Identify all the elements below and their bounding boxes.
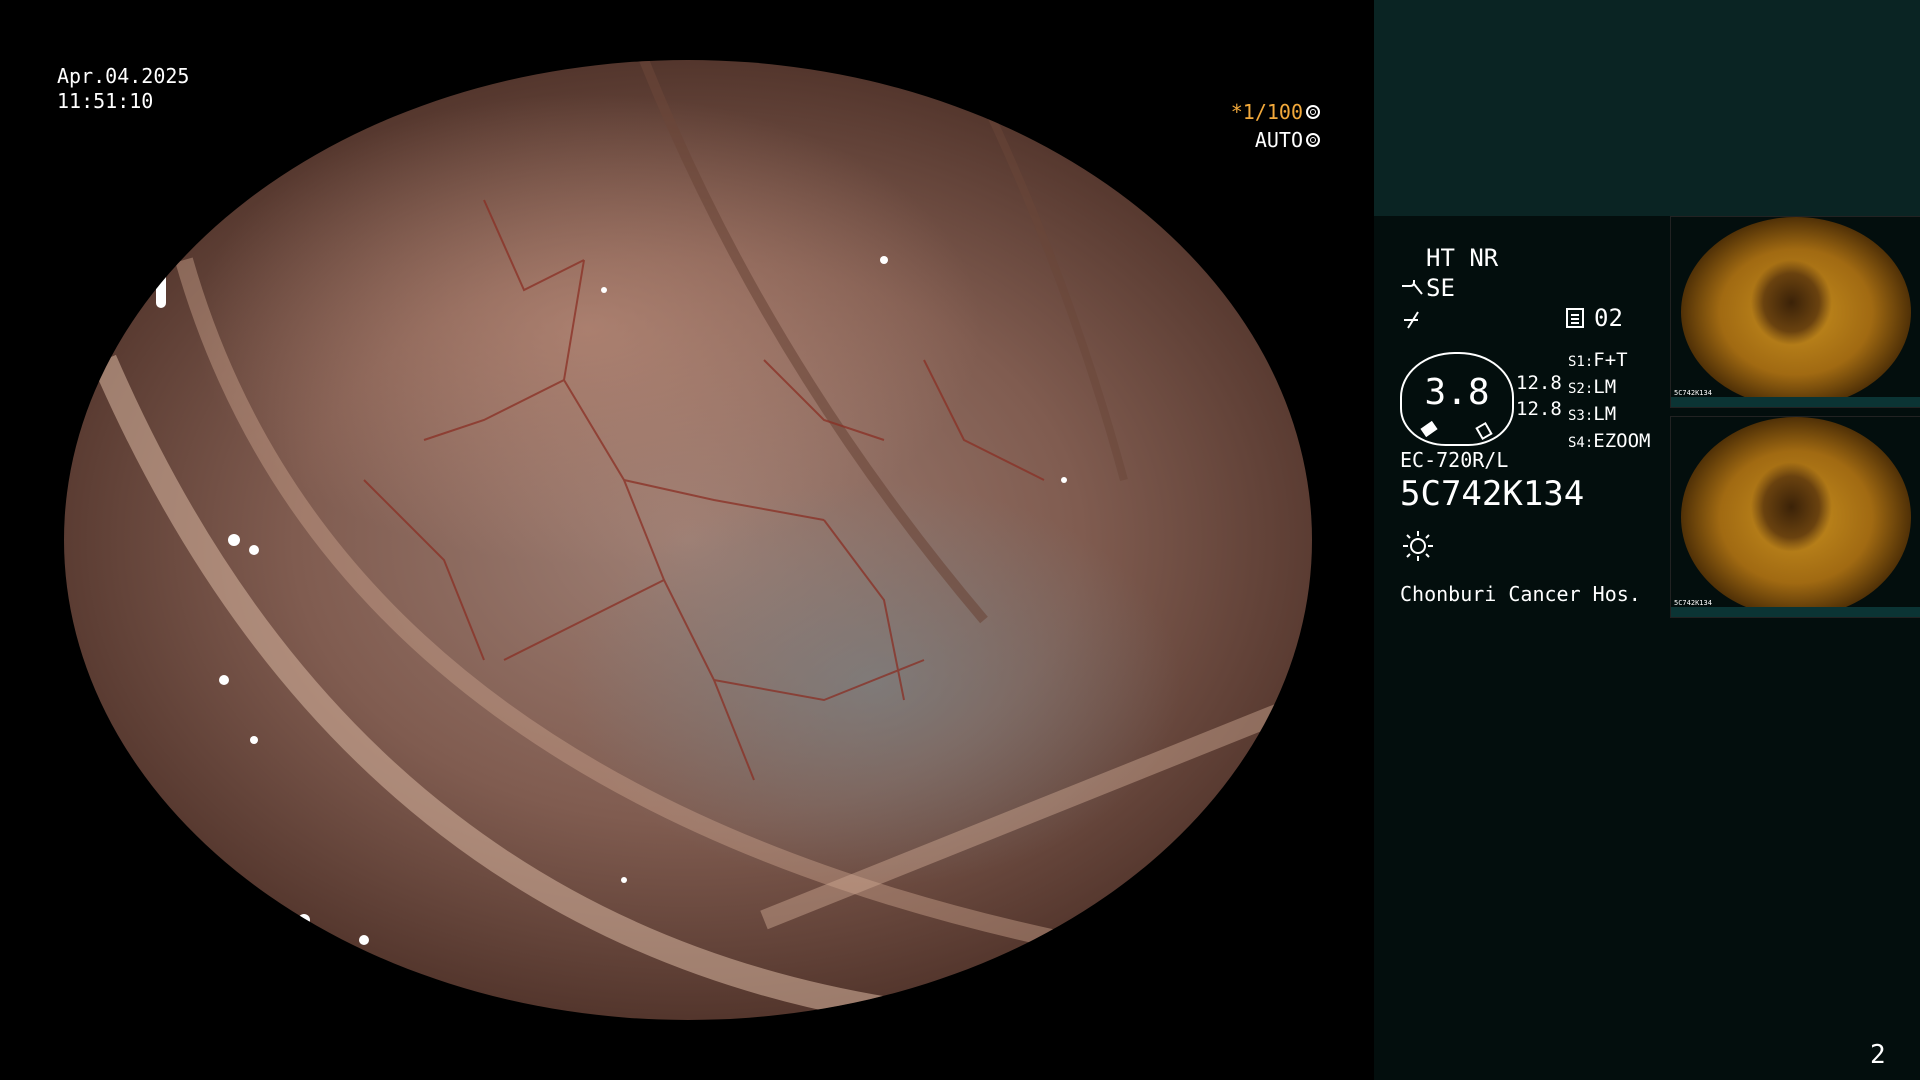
- exposure-overlay: *1/100 AUTO: [1220, 98, 1320, 154]
- enhance-label: SE: [1426, 274, 1455, 302]
- captured-thumbnail-2[interactable]: 5C742K134: [1670, 416, 1920, 618]
- switch-row-1: S1:F+T: [1568, 349, 1628, 371]
- settings-panel: HT NR SE 02 3.8 12.8 12.8 S1:F+T S2:LM S…: [1374, 0, 1920, 1080]
- gauge-needle-left-icon: [1420, 420, 1438, 438]
- shutter-speed-text: *1/100: [1230, 100, 1303, 124]
- enhance-curve-icon: [1402, 280, 1423, 295]
- gauge-side-bottom: 12.8: [1516, 398, 1562, 420]
- hospital-name: Chonburi Cancer Hos.: [1400, 582, 1641, 606]
- scope-model: EC-720R/L: [1400, 448, 1509, 472]
- thumbnail-serial: 5C742K134: [1674, 389, 1712, 397]
- mucosa-vessels: [92, 60, 1312, 1020]
- record-channel: 02: [1594, 304, 1623, 332]
- serial-number: 5C742K134: [1400, 474, 1585, 514]
- thumbnail-serial: 5C742K134: [1674, 599, 1712, 607]
- gauge-side-top: 12.8: [1516, 372, 1562, 394]
- endoscope-image: [64, 60, 1312, 1020]
- date-time-overlay: Apr.04.2025 11:51:10: [57, 64, 189, 114]
- ht-nr-label: HT NR: [1426, 244, 1499, 272]
- structure-icon: [1404, 311, 1419, 329]
- gauge-needle-right-icon: [1475, 421, 1493, 441]
- thumbnail-bar: [1671, 607, 1920, 617]
- switch-row-4: S4:EZOOM: [1568, 430, 1651, 452]
- gauge-display: 3.8: [1400, 352, 1514, 446]
- thumbnail-image: [1681, 217, 1911, 407]
- auto-ring-icon: [1306, 133, 1320, 147]
- light-sun-icon: [1403, 531, 1433, 561]
- gauge-value: 3.8: [1424, 372, 1490, 413]
- endoscope-video-area: Apr.04.2025 11:51:10 *1/100 AUTO: [0, 0, 1374, 1080]
- thumbnail-image: [1681, 417, 1911, 617]
- switch-row-2: S2:LM: [1568, 376, 1617, 398]
- date-text: Apr.04.2025: [57, 64, 190, 88]
- thumbnail-bar: [1671, 397, 1920, 407]
- panel-header-block: [1374, 0, 1920, 216]
- record-doc-icon: [1566, 308, 1584, 328]
- page-number: 2: [1870, 1040, 1886, 1070]
- captured-thumbnail-1[interactable]: 5C742K134: [1670, 216, 1920, 408]
- switch-list: S1:F+T S2:LM S3:LM S4:EZOOM: [1568, 348, 1651, 456]
- iris-mode-text: AUTO: [1254, 128, 1303, 152]
- switch-row-3: S3:LM: [1568, 403, 1617, 425]
- time-text: 11:51:10: [57, 89, 154, 113]
- iris-ring-icon: [1306, 105, 1320, 119]
